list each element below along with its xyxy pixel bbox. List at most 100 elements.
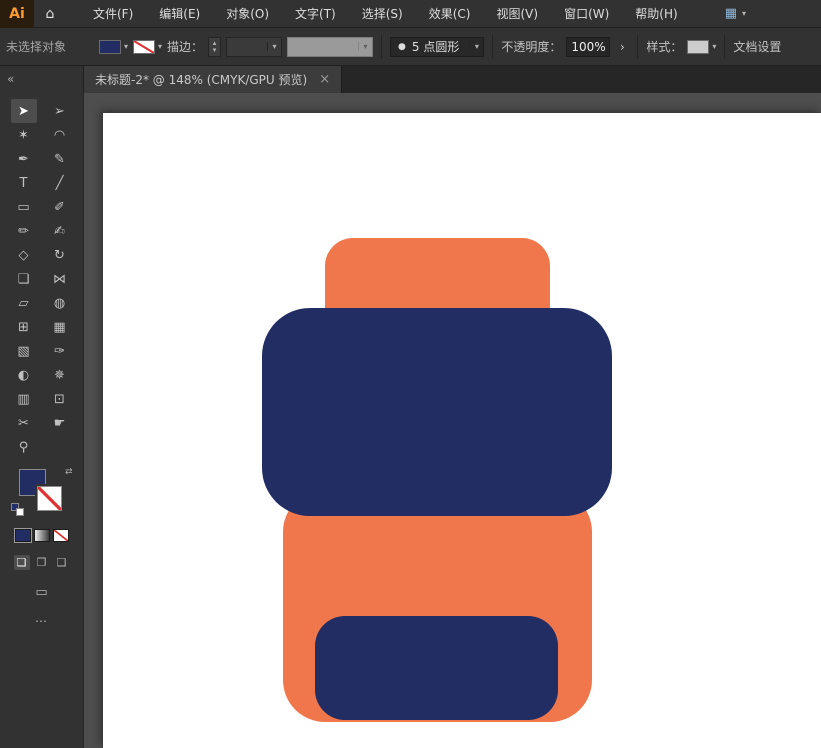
draw-normal-mode[interactable]: ❏	[14, 555, 30, 570]
curvature-tool[interactable]: ✎	[47, 147, 73, 171]
hand-tool[interactable]: ☛	[47, 411, 73, 435]
paintbrush-tool-icon: ✐	[54, 200, 65, 215]
style-swatch	[687, 40, 709, 54]
symbol-sprayer-tool[interactable]: ✵	[47, 363, 73, 387]
magic-wand-tool[interactable]: ✶	[11, 123, 37, 147]
more-button[interactable]: ⋯	[35, 614, 48, 628]
scale-tool-icon: ❏	[18, 272, 30, 287]
brush-definition-dropdown[interactable]: ● 5 点圆形 ▾	[390, 37, 484, 57]
fill-color-picker[interactable]: ▾	[99, 40, 128, 54]
rotate-tool[interactable]: ↻	[47, 243, 73, 267]
tab-title: 未标题-2* @ 148% (CMYK/GPU 预览)	[95, 71, 307, 88]
menu-file[interactable]: 文件(F)	[80, 0, 146, 28]
document-setup-button[interactable]: 文档设置	[733, 38, 781, 55]
collapse-panels-button[interactable]: «	[0, 66, 84, 93]
draw-inside-mode[interactable]: ❑	[54, 555, 70, 570]
color-button[interactable]	[15, 529, 31, 542]
free-transform-tool[interactable]: ▱	[11, 291, 37, 315]
default-stroke-mini	[16, 508, 24, 516]
eyedropper-tool[interactable]: ✑	[47, 339, 73, 363]
pen-tool[interactable]: ✒	[11, 147, 37, 171]
rectangle-tool[interactable]: ▭	[11, 195, 37, 219]
shape-pocket[interactable]	[315, 616, 558, 720]
home-icon[interactable]: ⌂	[34, 6, 66, 22]
close-icon[interactable]: ×	[319, 74, 330, 86]
tab-bar: « 未标题-2* @ 148% (CMYK/GPU 预览) ×	[0, 66, 821, 93]
menu-effect[interactable]: 效果(C)	[416, 0, 484, 28]
none-button[interactable]	[53, 529, 69, 542]
canvas[interactable]	[84, 93, 821, 748]
opacity-flyout-button[interactable]: ›	[615, 37, 629, 57]
paintbrush-tool[interactable]: ✐	[47, 195, 73, 219]
default-fill-stroke-icon[interactable]	[11, 503, 25, 516]
menu-view[interactable]: 视图(V)	[483, 0, 551, 28]
width-tool[interactable]: ⋈	[47, 267, 73, 291]
shape-flap[interactable]	[262, 308, 612, 516]
app-logo[interactable]: Ai	[0, 0, 34, 28]
draw-modes: ❏ ❐ ❑	[14, 555, 70, 570]
line-segment-tool[interactable]: ╱	[47, 171, 73, 195]
pen-tool-icon: ✒	[18, 152, 29, 167]
shaper-tool[interactable]: ✍	[47, 219, 73, 243]
selection-tool[interactable]: ➤	[11, 99, 37, 123]
workspace-icon: ▦	[725, 6, 737, 21]
selection-status: 未选择对象	[6, 38, 94, 55]
brush-dot-icon: ●	[398, 42, 406, 52]
tools-grid: ➤ ➢ ✶ ◠ ✒ ✎ T ╱ ▭ ✐ ✏ ✍ ◇ ↻ ❏ ⋈ ▱ ◍ ⊞ ▦ ▧ ✑ ◐ ✵ ▥ ⊡ ✂ ☛ ⚲	[11, 99, 73, 459]
stroke-label: 描边：	[167, 38, 203, 55]
stepper-down-icon[interactable]: ▾	[213, 47, 217, 54]
style-picker[interactable]: ▾	[687, 40, 716, 54]
direct-selection-tool[interactable]: ➢	[47, 99, 73, 123]
pencil-tool[interactable]: ✏	[11, 219, 37, 243]
opacity-label: 不透明度：	[501, 38, 561, 55]
slice-tool[interactable]: ✂	[11, 411, 37, 435]
perspective-grid-tool[interactable]: ⊞	[11, 315, 37, 339]
document-tab[interactable]: 未标题-2* @ 148% (CMYK/GPU 预览) ×	[84, 66, 342, 93]
scale-tool[interactable]: ❏	[11, 267, 37, 291]
stroke-weight-dropdown[interactable]: ▾	[226, 37, 282, 57]
menu-select[interactable]: 选择(S)	[349, 0, 416, 28]
type-tool-icon: T	[20, 176, 28, 191]
draw-behind-mode[interactable]: ❐	[34, 555, 50, 570]
stroke-color-picker[interactable]: ▾	[133, 40, 162, 54]
lasso-tool[interactable]: ◠	[47, 123, 73, 147]
artboard-tool[interactable]: ⊡	[47, 387, 73, 411]
mesh-tool[interactable]: ▦	[47, 315, 73, 339]
gradient-button[interactable]	[34, 529, 50, 542]
menu-type[interactable]: 文字(T)	[282, 0, 349, 28]
style-label: 样式：	[646, 38, 682, 55]
chevron-down-icon: ▾	[712, 42, 716, 51]
fill-swatch	[99, 40, 121, 54]
stroke-box[interactable]	[37, 486, 62, 511]
control-bar: 未选择对象 ▾ ▾ 描边： ▴ ▾ ▾ ▾ ● 5 点圆形 ▾ 不透明度： › …	[0, 28, 821, 66]
zoom-tool[interactable]: ⚲	[11, 435, 37, 459]
opacity-input[interactable]	[566, 37, 610, 57]
stroke-weight-stepper[interactable]: ▴ ▾	[208, 37, 221, 57]
chevron-down-icon: ▾	[742, 9, 746, 18]
separator	[492, 35, 493, 59]
tools-panel: ➤ ➢ ✶ ◠ ✒ ✎ T ╱ ▭ ✐ ✏ ✍ ◇ ↻ ❏ ⋈ ▱ ◍ ⊞ ▦ ▧ ✑ ◐ ✵ ▥ ⊡ ✂ ☛ ⚲ ⇄ ❏ ❐ ❑ ▭ ⋯	[0, 93, 84, 748]
gradient-tool-icon: ▧	[17, 344, 29, 359]
menu-bar: Ai ⌂ 文件(F)编辑(E)对象(O)文字(T)选择(S)效果(C)视图(V)…	[0, 0, 821, 28]
screen-mode-button[interactable]: ▭	[35, 585, 47, 600]
shape-builder-tool[interactable]: ◍	[47, 291, 73, 315]
eraser-tool[interactable]: ◇	[11, 243, 37, 267]
type-tool[interactable]: T	[11, 171, 37, 195]
menu-help[interactable]: 帮助(H)	[622, 0, 690, 28]
blend-tool[interactable]: ◐	[11, 363, 37, 387]
magic-wand-tool-icon: ✶	[18, 128, 29, 143]
menu-edit[interactable]: 编辑(E)	[146, 0, 213, 28]
rotate-tool-icon: ↻	[54, 248, 65, 263]
zoom-tool-icon: ⚲	[19, 440, 29, 455]
free-transform-tool-icon: ▱	[19, 296, 29, 311]
workspace-switcher[interactable]: ▦ ▾	[725, 6, 746, 21]
menu-window[interactable]: 窗口(W)	[551, 0, 622, 28]
blend-tool-icon: ◐	[18, 368, 29, 383]
hand-tool-icon: ☛	[54, 416, 66, 431]
gradient-tool[interactable]: ▧	[11, 339, 37, 363]
separator	[637, 35, 638, 59]
menu-object[interactable]: 对象(O)	[213, 0, 282, 28]
column-graph-tool[interactable]: ▥	[11, 387, 37, 411]
symbol-sprayer-tool-icon: ✵	[54, 368, 65, 383]
swap-fill-stroke-icon[interactable]: ⇄	[65, 467, 73, 477]
